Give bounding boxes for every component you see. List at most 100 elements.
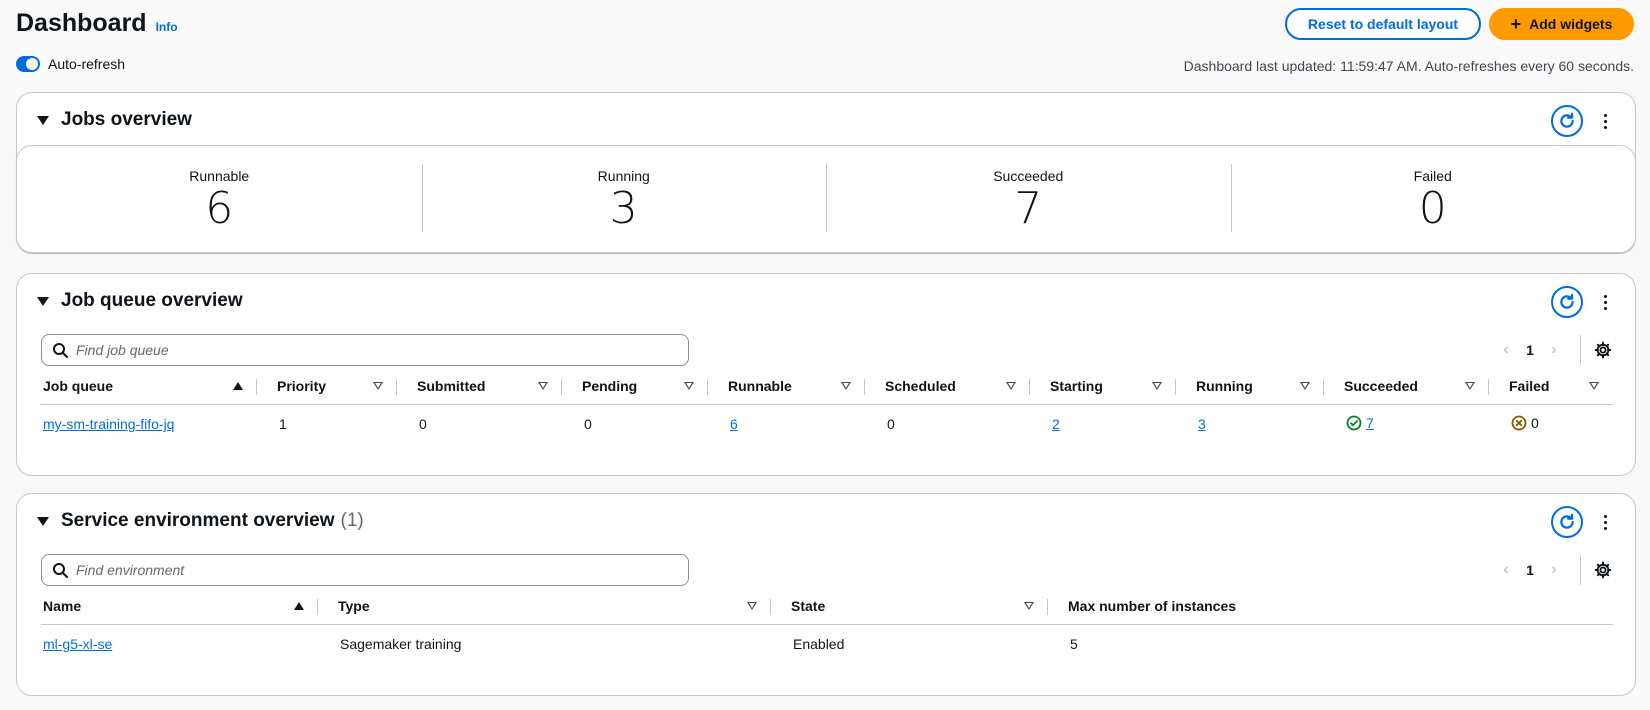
sort-icon xyxy=(1024,601,1034,610)
pager-divider xyxy=(1580,555,1581,585)
caret-down-icon[interactable] xyxy=(37,296,49,306)
search-icon xyxy=(53,563,68,578)
stat-value: 7 xyxy=(1014,183,1043,234)
sort-icon xyxy=(373,381,383,390)
add-widgets-button[interactable]: + Add widgets xyxy=(1489,8,1634,40)
service-environment-overview-panel: Service environment overview (1) ‹ 1 › N… xyxy=(16,493,1636,696)
chevron-left-icon[interactable]: ‹ xyxy=(1494,341,1518,359)
column-header-type[interactable]: Type xyxy=(318,588,771,625)
cell-max-instances: 5 xyxy=(1070,636,1078,653)
sort-icon xyxy=(1589,381,1599,390)
service-environment-overview-header: Service environment overview (1) xyxy=(37,508,364,534)
table-header-row: Job queue Priority Submitted Pending Run… xyxy=(41,368,1613,405)
gear-icon[interactable] xyxy=(1593,560,1613,580)
failed-value: 0 xyxy=(1531,414,1539,431)
cell-runnable: 6 xyxy=(708,404,865,444)
caret-down-icon[interactable] xyxy=(37,516,49,526)
service-environment-overview-title: Service environment overview xyxy=(61,510,335,531)
column-header-priority[interactable]: Priority xyxy=(257,368,397,405)
job-queue-overview-header: Job queue overview xyxy=(37,288,243,314)
sort-icon xyxy=(1006,381,1016,390)
jobs-overview-header: Jobs overview xyxy=(37,107,192,133)
job-queue-search xyxy=(41,334,689,366)
environment-table: Name Type State Max number of instances … xyxy=(41,588,1613,664)
jobs-overview-panel: Jobs overview Runnable 6 Running 3 Succe… xyxy=(16,92,1636,254)
reset-layout-button[interactable]: Reset to default layout xyxy=(1285,8,1481,40)
column-header-job-queue[interactable]: Job queue xyxy=(41,368,257,405)
page-title: Dashboard Info xyxy=(16,9,178,38)
refresh-icon xyxy=(1560,293,1574,309)
column-header-starting[interactable]: Starting xyxy=(1030,368,1176,405)
column-header-scheduled[interactable]: Scheduled xyxy=(865,368,1030,405)
service-environment-overview-actions xyxy=(1551,506,1613,538)
job-queue-link[interactable]: my-sm-training-fifo-jq xyxy=(43,416,174,432)
table-row: my-sm-training-fifo-jq 1 0 0 6 0 2 3 7 0 xyxy=(41,404,1613,444)
chevron-right-icon[interactable]: › xyxy=(1542,561,1566,579)
page-number[interactable]: 1 xyxy=(1518,562,1542,578)
column-header-failed[interactable]: Failed xyxy=(1489,368,1613,405)
auto-refresh-label: Auto-refresh xyxy=(48,56,126,72)
sort-icon xyxy=(1152,381,1162,390)
stat-label: Runnable xyxy=(189,168,250,184)
cell-job-queue: my-sm-training-fifo-jq xyxy=(41,404,257,444)
auto-refresh-toggle[interactable] xyxy=(16,56,40,72)
environment-link[interactable]: ml-g5-xl-se xyxy=(43,636,112,652)
cell-succeeded: 7 xyxy=(1324,404,1489,444)
job-queue-table: Job queue Priority Submitted Pending Run… xyxy=(41,368,1613,444)
job-queue-search-input[interactable] xyxy=(76,342,688,358)
kebab-icon[interactable] xyxy=(1597,510,1613,534)
pager-divider xyxy=(1580,335,1581,365)
sort-icon xyxy=(747,601,757,610)
table-header-row: Name Type State Max number of instances xyxy=(41,588,1613,625)
chevron-right-icon[interactable]: › xyxy=(1542,341,1566,359)
stat-value: 6 xyxy=(205,183,234,234)
job-queue-pagination: ‹ 1 › xyxy=(1494,335,1613,365)
stat-failed: Failed 0 xyxy=(1230,146,1636,252)
jobs-overview-actions xyxy=(1551,105,1613,137)
kebab-icon[interactable] xyxy=(1597,109,1613,133)
column-header-succeeded[interactable]: Succeeded xyxy=(1324,368,1489,405)
runnable-link[interactable]: 6 xyxy=(730,416,738,432)
stat-label: Running xyxy=(597,168,650,184)
starting-link[interactable]: 2 xyxy=(1052,416,1060,432)
kebab-icon[interactable] xyxy=(1597,290,1613,314)
sort-icon xyxy=(1465,381,1475,390)
table-row: ml-g5-xl-se Sagemaker training Enabled 5 xyxy=(41,624,1613,664)
environment-search-input[interactable] xyxy=(76,562,688,578)
chevron-left-icon[interactable]: ‹ xyxy=(1494,561,1518,579)
column-header-running[interactable]: Running xyxy=(1176,368,1324,405)
stat-succeeded: Succeeded 7 xyxy=(826,146,1231,252)
page-number[interactable]: 1 xyxy=(1518,342,1542,358)
search-icon xyxy=(53,343,68,358)
stat-value: 3 xyxy=(609,183,638,234)
succeeded-link[interactable]: 7 xyxy=(1366,415,1374,431)
sort-ascending-icon xyxy=(233,381,243,390)
refresh-button[interactable] xyxy=(1551,105,1583,137)
column-header-name[interactable]: Name xyxy=(41,588,318,625)
cell-pending: 0 xyxy=(584,416,592,433)
stat-value: 0 xyxy=(1418,183,1447,234)
header-actions: Reset to default layout + Add widgets xyxy=(1285,8,1634,40)
column-header-pending[interactable]: Pending xyxy=(562,368,708,405)
refresh-button[interactable] xyxy=(1551,506,1583,538)
environment-pagination: ‹ 1 › xyxy=(1494,555,1613,585)
page-title-text: Dashboard xyxy=(16,9,147,37)
column-header-max-instances[interactable]: Max number of instances xyxy=(1048,588,1613,625)
running-link[interactable]: 3 xyxy=(1198,416,1206,432)
add-widgets-label: Add widgets xyxy=(1529,16,1613,32)
column-header-runnable[interactable]: Runnable xyxy=(708,368,865,405)
column-header-state[interactable]: State xyxy=(771,588,1048,625)
auto-refresh: Auto-refresh xyxy=(16,56,125,72)
column-header-submitted[interactable]: Submitted xyxy=(397,368,562,405)
refresh-button[interactable] xyxy=(1551,286,1583,318)
cell-state: Enabled xyxy=(793,636,845,653)
info-link[interactable]: Info xyxy=(156,20,178,34)
sort-icon xyxy=(841,381,851,390)
cell-starting: 2 xyxy=(1030,404,1176,444)
sort-icon xyxy=(538,381,548,390)
cell-type: Sagemaker training xyxy=(340,636,462,653)
cell-name: ml-g5-xl-se xyxy=(41,624,318,664)
cell-failed: 0 xyxy=(1489,404,1613,444)
gear-icon[interactable] xyxy=(1593,340,1613,360)
caret-down-icon[interactable] xyxy=(37,115,49,125)
